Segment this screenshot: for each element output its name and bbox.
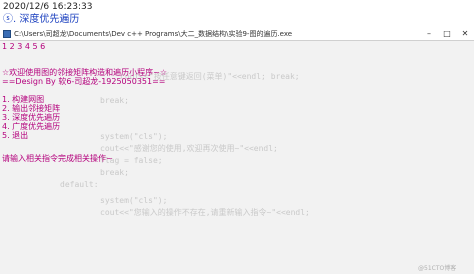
- menu-item: 2. 输出邻接矩阵: [2, 104, 61, 113]
- background-code-line: cout<<"您输入的操作不存在,请重新输入指令~"<<endl;: [100, 208, 310, 217]
- menu-item: 5. 退出: [2, 131, 29, 140]
- background-code-line: system("cls");: [100, 196, 168, 205]
- article-title: ⓢ. 深度优先遍历: [3, 14, 80, 25]
- window-titlebar: C:\Users\司超龙\Documents\Dev c++ Programs\…: [0, 28, 474, 41]
- minimize-button[interactable]: –: [420, 28, 438, 40]
- background-code-line: cout<<"感谢您的使用,欢迎再次使用~"<<endl;: [100, 144, 278, 153]
- window-title: C:\Users\司超龙\Documents\Dev c++ Programs\…: [14, 30, 293, 38]
- console-window: C:\Users\司超龙\Documents\Dev c++ Programs\…: [0, 28, 474, 274]
- background-code-line: system("cls");: [100, 132, 168, 141]
- site-watermark: @51CTO博客: [418, 265, 457, 272]
- background-code-line: break;: [100, 168, 129, 177]
- console-welcome: ☆欢迎使用图的邻接矩阵构造和遍历小程序~☆: [2, 68, 168, 77]
- article-timestamp: 2020/12/6 16:23:33: [3, 2, 93, 12]
- maximize-button[interactable]: □: [438, 28, 456, 40]
- menu-item: 1. 构建网图: [2, 95, 45, 104]
- background-code-line: break;: [100, 96, 129, 105]
- console-app-icon: [3, 30, 11, 38]
- menu-item: 4. 广度优先遍历: [2, 122, 61, 131]
- menu-item: 3. 深度优先遍历: [2, 113, 61, 122]
- console-prompt: 请输入相关指令完成相关操作~: [2, 154, 113, 163]
- console-design: ==Design By 软6-司超龙-1925050351==: [2, 77, 166, 86]
- console-number-line: 1 2 3 4 5 6: [2, 42, 46, 51]
- background-code-line: default:: [60, 180, 99, 189]
- close-button[interactable]: ✕: [456, 28, 474, 40]
- console-output: cout<<"按任意键返回(菜单)"<<endl; break; break; …: [0, 41, 474, 274]
